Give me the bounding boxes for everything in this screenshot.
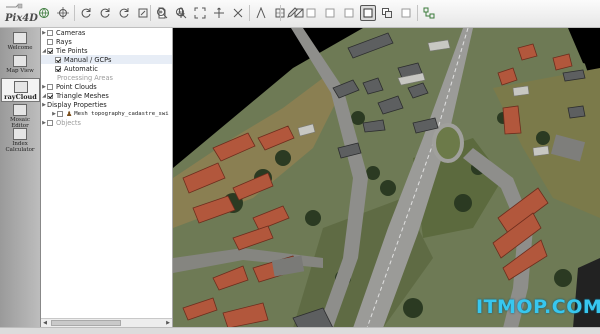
layers-icon[interactable] (379, 5, 395, 21)
mesh-icon: ♟ (66, 109, 73, 118)
square-icon[interactable] (398, 5, 414, 21)
mosaic-icon (13, 104, 27, 116)
layer-mesh[interactable]: ▶ ♟ Mesh topography_cadastre_swi (41, 109, 172, 118)
fit-view-icon[interactable] (192, 5, 208, 21)
dock-raycloud-label: rayCloud (4, 93, 37, 101)
layer-rays-label: Rays (56, 37, 72, 46)
refresh-icon[interactable] (116, 5, 132, 21)
layer-cameras-label: Cameras (56, 28, 86, 37)
dock-raycloud[interactable]: rayCloud (1, 78, 40, 102)
layer-automatic-label: Automatic (64, 64, 98, 73)
view-switcher-dock: Welcome Map View rayCloud Mosaic Editor … (0, 28, 41, 333)
move-icon[interactable] (211, 5, 227, 21)
square-icon[interactable] (341, 5, 357, 21)
toolbar-separator (417, 5, 418, 21)
refresh-icon[interactable] (97, 5, 113, 21)
layer-objects-checkbox[interactable] (47, 119, 53, 126)
layer-processing-areas-label: Processing Areas (57, 73, 113, 82)
toolbar-group-display (280, 5, 437, 21)
layer-point-clouds-label: Point Clouds (56, 82, 97, 91)
layer-point-clouds-checkbox[interactable] (47, 83, 53, 90)
dock-mosaic-editor[interactable]: Mosaic Editor (2, 104, 38, 129)
edit-icon[interactable] (135, 5, 151, 21)
globe-icon[interactable] (36, 5, 52, 21)
layer-objects[interactable]: ▶ Objects (41, 118, 172, 127)
rotate-icon[interactable] (230, 5, 246, 21)
dock-welcome[interactable]: Welcome (2, 32, 38, 51)
layer-cameras[interactable]: ▶ Cameras (41, 28, 172, 37)
layer-triangle-meshes-label: Triangle Meshes (56, 91, 109, 100)
layer-triangle-meshes[interactable]: ◢ Triangle Meshes (41, 91, 172, 100)
layer-manual-gcps-checkbox[interactable] (55, 56, 61, 63)
dock-welcome-label: Welcome (7, 45, 33, 51)
layer-tie-points-checkbox[interactable] (47, 47, 53, 54)
dock-map-view[interactable]: Map View (2, 55, 38, 74)
layer-display-properties-label: Display Properties (47, 100, 107, 109)
toolbar-separator (249, 5, 250, 21)
layer-processing-areas[interactable]: Processing Areas (41, 73, 172, 82)
measure-icon[interactable] (253, 5, 269, 21)
map-icon (13, 55, 27, 67)
layer-rays[interactable]: Rays (41, 37, 172, 46)
network-icon[interactable] (421, 5, 437, 21)
watermark-text: ITMOP.COM (476, 296, 600, 318)
pencil-icon[interactable] (284, 5, 300, 21)
layer-point-clouds[interactable]: ▶ Point Clouds (41, 82, 172, 91)
layer-mesh-label: Mesh topography_cadastre_swi (74, 110, 169, 117)
dock-index-calculator[interactable]: Index Calculator (2, 128, 38, 153)
calculator-icon (13, 128, 27, 140)
layer-cameras-checkbox[interactable] (47, 29, 53, 36)
layer-objects-label: Objects (56, 118, 81, 127)
layer-automatic-checkbox[interactable] (55, 65, 61, 72)
refresh-icon[interactable] (78, 5, 94, 21)
layer-mesh-checkbox[interactable] (57, 110, 63, 117)
dock-index-calculator-label: Index Calculator (5, 141, 35, 153)
zoom-in-icon[interactable] (154, 5, 170, 21)
square-icon[interactable] (303, 5, 319, 21)
scrollbar-thumb[interactable] (51, 320, 121, 326)
zoom-out-icon[interactable] (173, 5, 189, 21)
dock-map-view-label: Map View (6, 68, 34, 74)
logo-text: Pix4D (5, 13, 38, 24)
layer-manual-gcps[interactable]: Manual / GCPs (41, 55, 172, 64)
layer-automatic[interactable]: Automatic (41, 64, 172, 73)
layer-triangle-meshes-checkbox[interactable] (47, 92, 53, 99)
square-icon[interactable] (360, 5, 376, 21)
toolbar-separator (280, 5, 281, 21)
raycloud-icon (13, 81, 28, 93)
layer-tie-points[interactable]: ◢ Tie Points (41, 46, 172, 55)
layers-panel: ▶ Cameras Rays ◢ Tie Points Manual / GCP… (41, 28, 173, 327)
pix4d-logo: Pix4D (4, 3, 38, 25)
layer-rays-checkbox[interactable] (47, 38, 53, 45)
layer-manual-gcps-label: Manual / GCPs (64, 55, 112, 64)
toolbar-separator (74, 5, 75, 21)
layer-display-properties[interactable]: ▶ Display Properties (41, 100, 172, 109)
welcome-icon (13, 32, 27, 44)
main-toolbar: Pix4D (0, 0, 600, 28)
layer-tie-points-label: Tie Points (56, 46, 88, 55)
raycloud-3d-view[interactable] (173, 28, 600, 328)
crosshair-icon[interactable] (55, 5, 71, 21)
toolbar-separator (150, 5, 151, 21)
aerial-scene (173, 28, 600, 328)
square-icon[interactable] (322, 5, 338, 21)
